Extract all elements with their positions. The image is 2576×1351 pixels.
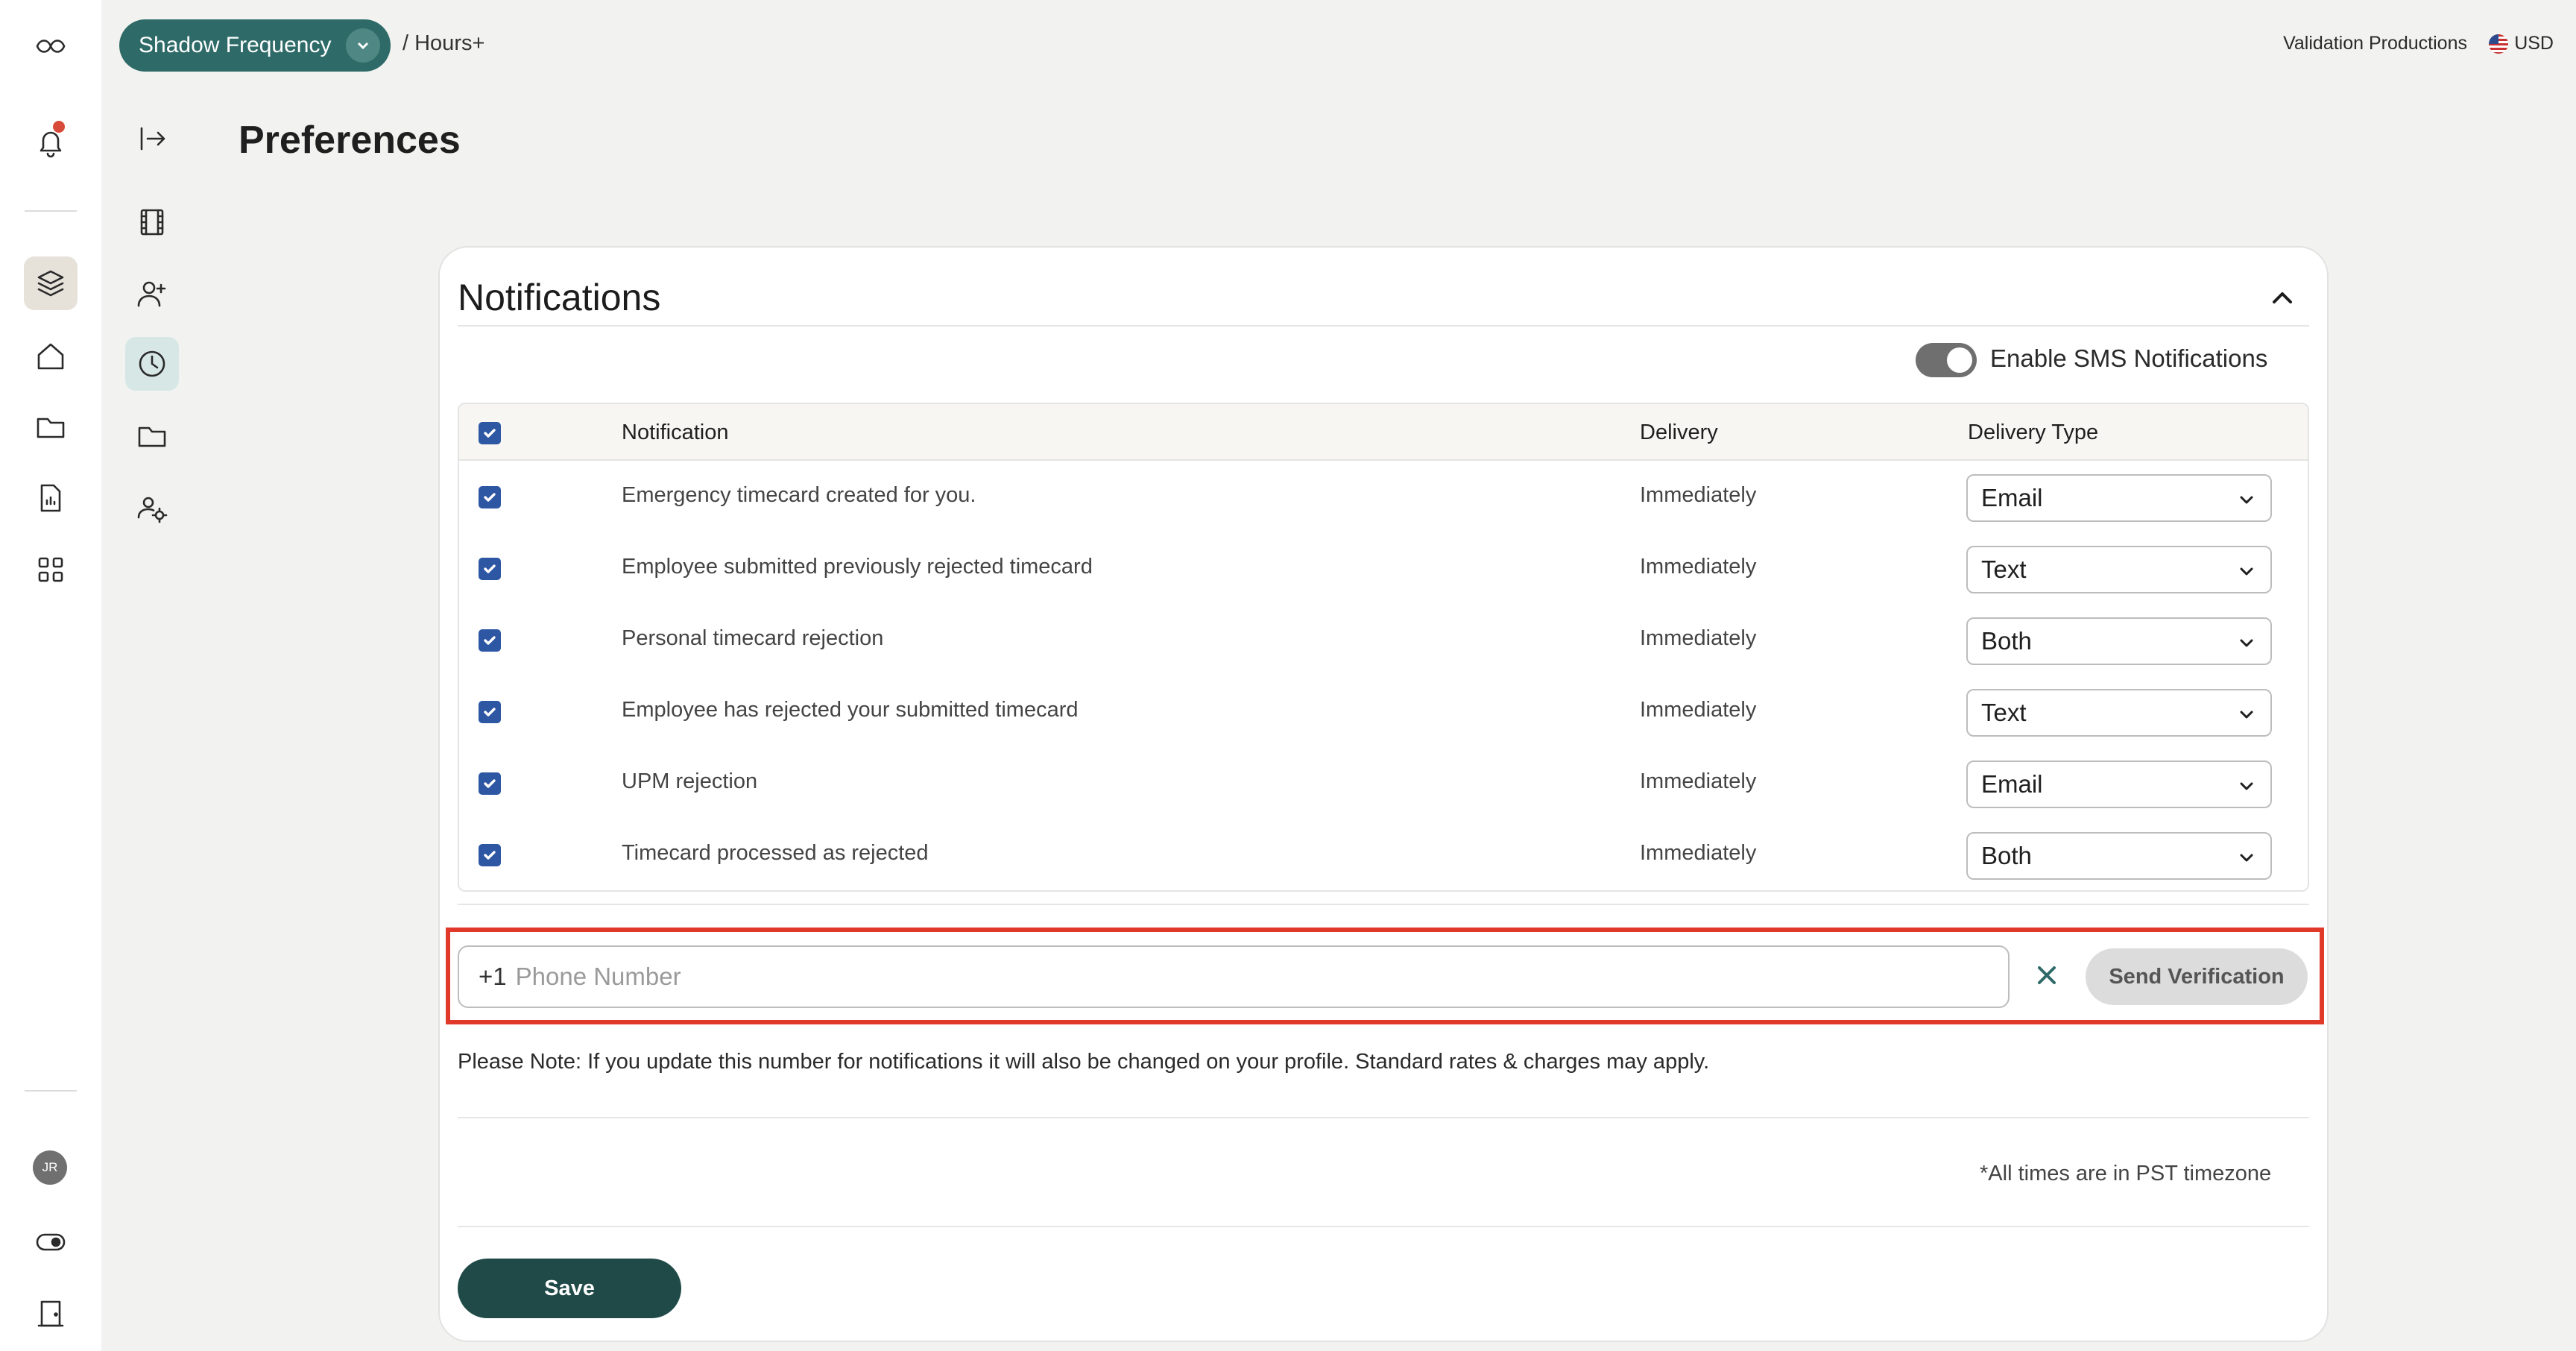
row-checkbox[interactable] <box>479 701 501 723</box>
page-title: Preferences <box>239 119 461 162</box>
delivery-type-select[interactable]: Email <box>1966 760 2272 808</box>
currency-label: USD <box>2514 33 2554 54</box>
toggle-knob <box>1947 347 1972 373</box>
table-row: Emergency timecard created for you. Imme… <box>459 461 2308 532</box>
timezone-note: *All times are in PST timezone <box>1980 1162 2272 1185</box>
phone-placeholder: Phone Number <box>515 963 681 990</box>
notification-name: Timecard processed as rejected <box>622 841 929 865</box>
select-value: Both <box>1981 842 2032 869</box>
table-row: UPM rejection Immediately Email <box>459 747 2308 819</box>
section-title: Notifications <box>458 277 661 318</box>
chevron-down-icon <box>2240 567 2253 576</box>
apps-icon[interactable] <box>24 543 78 596</box>
layers-icon[interactable] <box>24 256 78 310</box>
delivery-value: Immediately <box>1640 626 1757 650</box>
us-flag-icon <box>2489 34 2509 54</box>
delivery-type-select[interactable]: Text <box>1966 546 2272 593</box>
table-row: Personal timecard rejection Immediately … <box>459 604 2308 676</box>
project-selector[interactable]: Shadow Frequency <box>119 19 391 72</box>
delivery-value: Immediately <box>1640 769 1757 793</box>
film-icon[interactable] <box>125 195 179 249</box>
table-row: Employee has rejected your submitted tim… <box>459 676 2308 747</box>
project-name: Shadow Frequency <box>139 33 332 57</box>
add-user-icon[interactable] <box>125 267 179 321</box>
notification-name: UPM rejection <box>622 769 758 793</box>
clock-icon[interactable] <box>125 337 179 391</box>
delivery-value: Immediately <box>1640 698 1757 722</box>
avatar[interactable]: JR <box>33 1150 67 1185</box>
select-all-checkbox[interactable] <box>479 422 501 444</box>
delivery-type-select[interactable]: Email <box>1966 474 2272 522</box>
chevron-down-icon <box>2240 854 2253 862</box>
row-checkbox[interactable] <box>479 558 501 580</box>
country-code: +1 <box>479 963 507 990</box>
notification-dot <box>53 121 65 133</box>
toggle-icon[interactable] <box>24 1215 78 1269</box>
column-header-delivery: Delivery <box>1640 421 1718 444</box>
chevron-down-icon <box>2240 782 2253 790</box>
notification-name: Personal timecard rejection <box>622 626 884 650</box>
close-icon[interactable] <box>2030 959 2063 992</box>
chevron-down-icon <box>2240 496 2253 504</box>
select-value: Both <box>1981 627 2032 655</box>
chevron-down-icon <box>2240 711 2253 719</box>
sms-toggle[interactable] <box>1916 343 1977 377</box>
notifications-table: Notification Delivery Delivery Type Emer… <box>458 403 2309 892</box>
divider <box>458 904 2309 905</box>
bell-icon[interactable] <box>24 115 78 169</box>
select-value: Text <box>1981 699 2027 726</box>
row-checkbox[interactable] <box>479 772 501 795</box>
company-name: Validation Productions <box>2283 33 2467 54</box>
divider <box>458 1226 2309 1227</box>
table-row: Employee submitted previously rejected t… <box>459 532 2308 604</box>
delivery-value: Immediately <box>1640 841 1757 865</box>
delivery-type-select[interactable]: Text <box>1966 689 2272 737</box>
chevron-down-icon[interactable] <box>346 28 380 63</box>
logo-icon[interactable] <box>24 19 78 73</box>
currency-selector[interactable]: USD <box>2489 33 2554 54</box>
breadcrumb[interactable]: / Hours+ <box>402 31 484 56</box>
select-value: Email <box>1981 770 2043 798</box>
divider <box>25 210 77 212</box>
expand-icon[interactable] <box>125 112 179 166</box>
row-checkbox[interactable] <box>479 486 501 508</box>
phone-note: Please Note: If you update this number f… <box>458 1050 1710 1074</box>
save-button[interactable]: Save <box>458 1259 681 1318</box>
column-header-notification: Notification <box>622 421 729 444</box>
chevron-up-icon[interactable] <box>2266 282 2299 315</box>
select-value: Email <box>1981 484 2043 511</box>
table-row: Timecard processed as rejected Immediate… <box>459 819 2308 890</box>
row-checkbox[interactable] <box>479 629 501 652</box>
notification-name: Employee submitted previously rejected t… <box>622 555 1093 579</box>
divider <box>458 325 2309 327</box>
report-icon[interactable] <box>24 471 78 525</box>
chevron-down-icon <box>2240 639 2253 647</box>
notification-name: Employee has rejected your submitted tim… <box>622 698 1079 722</box>
notification-name: Emergency timecard created for you. <box>622 483 976 507</box>
door-icon[interactable] <box>24 1287 78 1341</box>
divider <box>458 1117 2309 1118</box>
home-icon[interactable] <box>24 330 78 383</box>
folder-icon[interactable] <box>24 400 78 453</box>
delivery-type-select[interactable]: Both <box>1966 832 2272 880</box>
delivery-type-select[interactable]: Both <box>1966 617 2272 665</box>
select-value: Text <box>1981 555 2027 583</box>
primary-sidebar: JR <box>0 0 101 1351</box>
delivery-value: Immediately <box>1640 483 1757 507</box>
column-header-delivery-type: Delivery Type <box>1968 421 2099 444</box>
team-settings-icon[interactable] <box>125 482 179 535</box>
divider <box>25 1090 77 1092</box>
row-checkbox[interactable] <box>479 844 501 866</box>
phone-number-field[interactable]: +1 Phone Number <box>458 945 2010 1008</box>
send-verification-button[interactable]: Send Verification <box>2086 948 2308 1005</box>
delivery-value: Immediately <box>1640 555 1757 579</box>
table-header: Notification Delivery Delivery Type <box>459 404 2308 461</box>
sms-toggle-label: Enable SMS Notifications <box>1990 344 2268 372</box>
folder-icon[interactable] <box>125 409 179 462</box>
